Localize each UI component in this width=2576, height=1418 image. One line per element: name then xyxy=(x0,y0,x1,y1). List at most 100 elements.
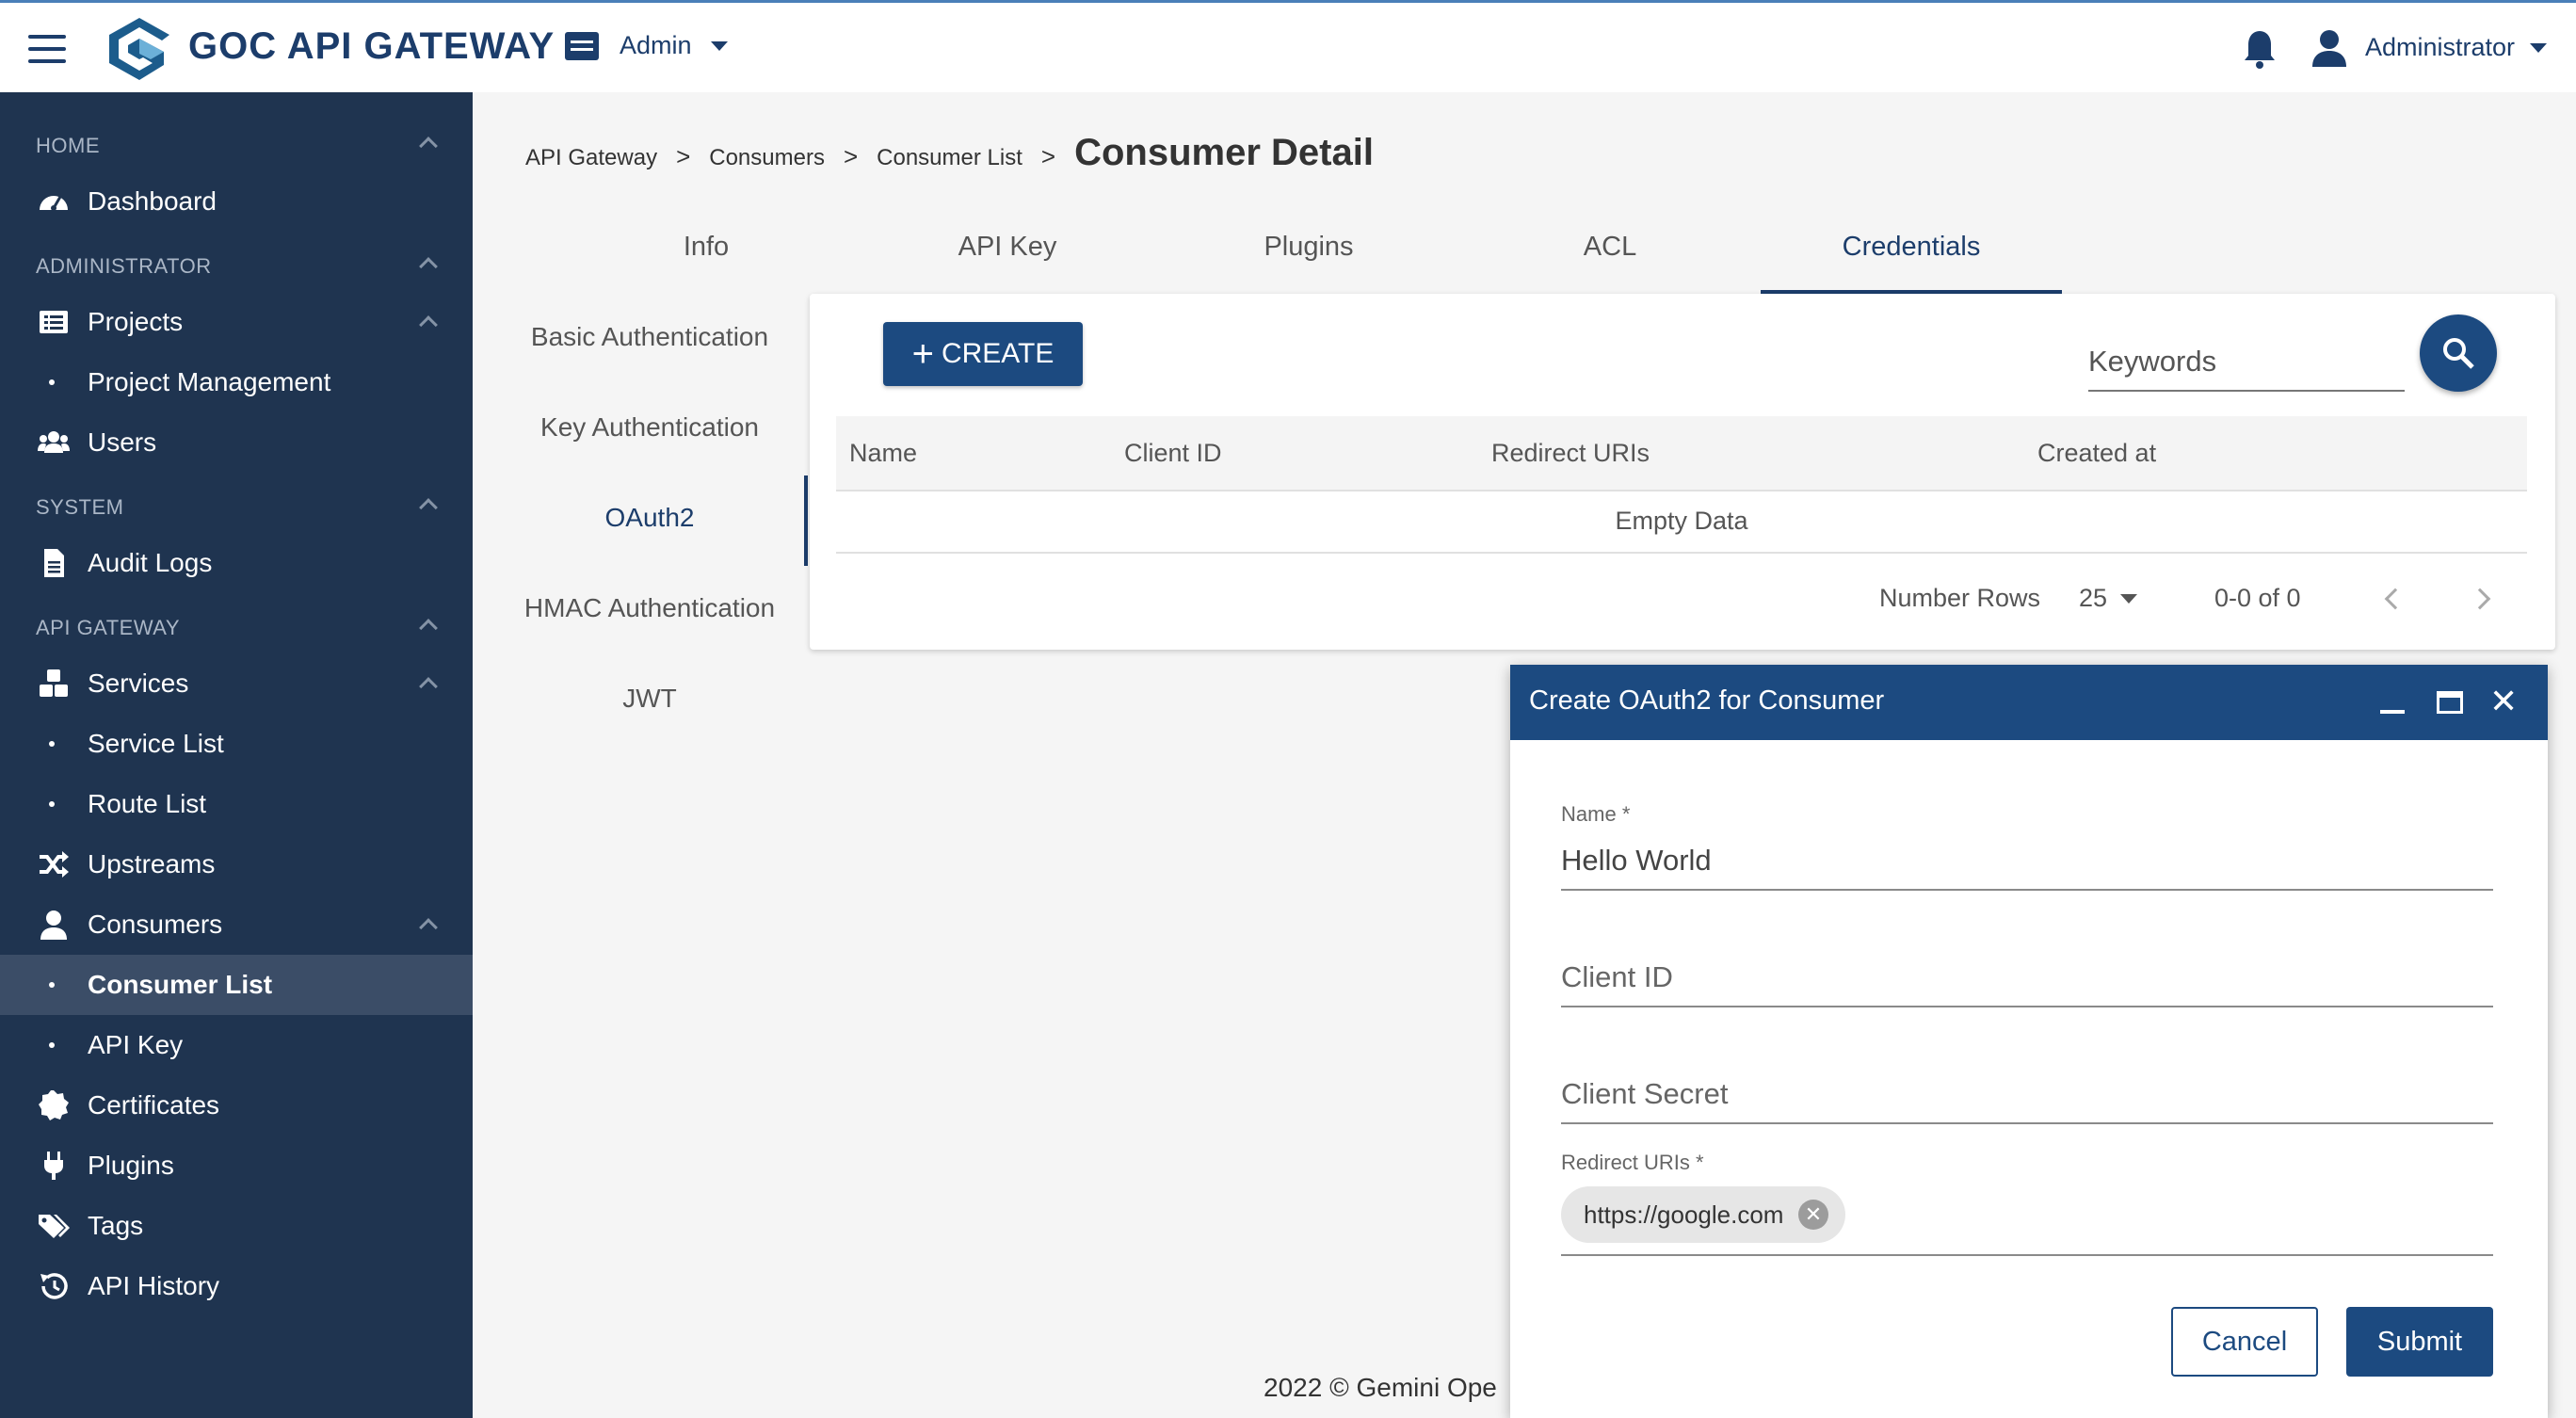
breadcrumb-consumer-list[interactable]: Consumer List xyxy=(877,145,1022,171)
sidebar-item-plugins[interactable]: Plugins xyxy=(0,1136,473,1196)
plug-icon xyxy=(44,1152,63,1180)
breadcrumb-separator: > xyxy=(843,142,859,170)
workspace-label: Admin xyxy=(620,31,692,59)
notification-bell-icon[interactable] xyxy=(2243,29,2277,69)
breadcrumb-separator: > xyxy=(1040,142,1056,170)
chevron-right-icon[interactable] xyxy=(2469,588,2491,610)
column-name[interactable]: Name xyxy=(849,439,917,468)
chevron-left-icon[interactable] xyxy=(2384,588,2407,610)
sidebar-item-dashboard[interactable]: Dashboard xyxy=(0,171,473,232)
sidebar-item-project-management[interactable]: Project Management xyxy=(0,352,473,412)
name-field-label: Name * xyxy=(1561,802,1631,826)
chevron-up-icon[interactable] xyxy=(419,619,438,637)
tab-acl[interactable]: ACL xyxy=(1459,218,1761,294)
subtab-key-authentication[interactable]: Key Authentication xyxy=(490,412,810,443)
create-oauth2-dialog: Create OAuth2 for Consumer ✕ Name * Hell… xyxy=(1510,665,2548,1418)
user-menu[interactable]: Administrator xyxy=(2365,33,2548,62)
sidebar: HOME Dashboard ADMINISTRATOR Projects Pr… xyxy=(0,92,473,1418)
section-api-gateway: API GATEWAY xyxy=(36,616,181,639)
detail-tabs: Info API Key Plugins ACL Credentials xyxy=(555,218,2062,294)
submit-button[interactable]: Submit xyxy=(2346,1307,2493,1377)
tab-api-key[interactable]: API Key xyxy=(857,218,1158,294)
list-icon xyxy=(565,31,599,60)
page-title: Consumer Detail xyxy=(1074,132,1374,173)
sidebar-item-api-key[interactable]: API Key xyxy=(0,1015,473,1075)
user-avatar-icon[interactable] xyxy=(2312,29,2346,67)
sidebar-item-route-list[interactable]: Route List xyxy=(0,774,473,834)
user-icon xyxy=(40,910,67,940)
rows-per-page-label: Number Rows xyxy=(1879,584,2041,612)
chevron-up-icon[interactable] xyxy=(419,257,438,276)
dialog-header: Create OAuth2 for Consumer ✕ xyxy=(1510,665,2548,740)
maximize-icon[interactable] xyxy=(2437,691,2463,714)
chevron-down-icon xyxy=(2530,42,2548,53)
app-brand: GOC API GATEWAY xyxy=(188,25,555,67)
client-id-field[interactable]: Client ID xyxy=(1561,960,1673,994)
plus-icon: + xyxy=(911,333,934,375)
sidebar-item-upstreams[interactable]: Upstreams xyxy=(0,834,473,894)
credentials-card: + CREATE Keywords Name Client ID Redirec… xyxy=(810,294,2555,650)
subtab-hmac-authentication[interactable]: HMAC Authentication xyxy=(490,593,810,623)
keywords-search-input[interactable]: Keywords xyxy=(2088,341,2405,392)
redirect-uri-chip: https://google.com ✕ xyxy=(1561,1186,1845,1243)
client-secret-field[interactable]: Client Secret xyxy=(1561,1077,1728,1111)
footer-copyright: 2022 © Gemini Ope xyxy=(1264,1373,1497,1402)
sidebar-item-audit-logs[interactable]: Audit Logs xyxy=(0,533,473,593)
table-header: Name Client ID Redirect URIs Created at xyxy=(836,416,2527,491)
workspace-selector[interactable]: Admin xyxy=(565,31,728,60)
column-created-at[interactable]: Created at xyxy=(2037,439,2156,468)
minimize-icon[interactable] xyxy=(2380,710,2405,714)
subtab-jwt[interactable]: JWT xyxy=(490,684,810,714)
dashboard-gauge-icon xyxy=(40,196,68,211)
sidebar-item-tags[interactable]: Tags xyxy=(0,1196,473,1256)
column-client-id[interactable]: Client ID xyxy=(1124,439,1222,468)
search-icon xyxy=(2443,338,2474,369)
section-home: HOME xyxy=(36,134,100,157)
user-name-label: Administrator xyxy=(2365,33,2516,61)
sidebar-item-consumers[interactable]: Consumers xyxy=(0,894,473,955)
certificate-badge-icon xyxy=(39,1090,69,1120)
client-secret-field-underline xyxy=(1561,1122,2493,1124)
name-field[interactable]: Hello World xyxy=(1561,844,1712,878)
sidebar-item-api-history[interactable]: API History xyxy=(0,1256,473,1316)
chevron-up-icon[interactable] xyxy=(419,498,438,517)
subtab-basic-authentication[interactable]: Basic Authentication xyxy=(490,322,810,352)
pagination-range: 0-0 of 0 xyxy=(2214,584,2301,612)
sidebar-item-consumer-list[interactable]: Consumer List xyxy=(0,955,473,1015)
bullet-icon xyxy=(49,801,55,807)
cancel-button[interactable]: Cancel xyxy=(2171,1307,2318,1377)
breadcrumb-consumers[interactable]: Consumers xyxy=(709,145,825,171)
bullet-icon xyxy=(49,1042,55,1048)
subtab-oauth2[interactable]: OAuth2 xyxy=(490,503,810,533)
hamburger-menu-icon[interactable] xyxy=(28,35,66,63)
services-cubes-icon xyxy=(40,669,68,697)
top-bar: GOC API GATEWAY Admin Administrator xyxy=(0,0,2576,92)
name-field-underline xyxy=(1561,889,2493,891)
chevron-up-icon[interactable] xyxy=(419,137,438,155)
rows-per-page-value: 25 xyxy=(2079,584,2108,612)
redirect-uri-chip-label: https://google.com xyxy=(1584,1200,1784,1229)
sidebar-item-services[interactable]: Services xyxy=(0,653,473,714)
close-icon[interactable]: ✕ xyxy=(2489,682,2518,721)
tab-credentials[interactable]: Credentials xyxy=(1761,218,2062,294)
sidebar-item-certificates[interactable]: Certificates xyxy=(0,1075,473,1136)
tags-icon xyxy=(39,1215,70,1238)
rows-per-page-select[interactable]: 25 xyxy=(2079,584,2138,613)
document-icon xyxy=(44,549,64,577)
bullet-icon xyxy=(49,741,55,747)
sidebar-item-service-list[interactable]: Service List xyxy=(0,714,473,774)
column-redirect-uris[interactable]: Redirect URIs xyxy=(1491,439,1650,468)
redirect-uris-field-underline[interactable] xyxy=(1561,1254,2493,1256)
breadcrumb: API Gateway > Consumers > Consumer List … xyxy=(525,132,1374,174)
remove-chip-icon[interactable]: ✕ xyxy=(1798,1200,1828,1230)
tab-info[interactable]: Info xyxy=(555,218,857,294)
search-button[interactable] xyxy=(2420,314,2497,392)
sidebar-item-projects[interactable]: Projects xyxy=(0,292,473,352)
sidebar-item-users[interactable]: Users xyxy=(0,412,473,473)
client-id-field-underline xyxy=(1561,1006,2493,1007)
tab-plugins[interactable]: Plugins xyxy=(1158,218,1459,294)
list-icon xyxy=(40,311,68,333)
create-button[interactable]: + CREATE xyxy=(883,322,1083,386)
breadcrumb-api-gateway[interactable]: API Gateway xyxy=(525,145,657,171)
app-logo-icon xyxy=(109,18,169,80)
